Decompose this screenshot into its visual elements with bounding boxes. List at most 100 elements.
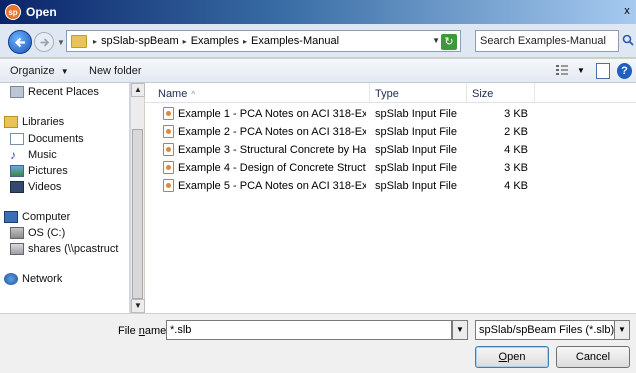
network-icon <box>4 273 18 285</box>
address-bar-region: ▼ ▸ spSlab-spBeam ▸ Examples ▸ Examples-… <box>0 24 636 58</box>
file-name-label: File name: <box>118 325 170 337</box>
file-type: spSlab Input File <box>375 126 457 138</box>
recent-locations-dropdown[interactable]: ▼ <box>57 38 65 47</box>
file-row[interactable]: Example 1 - PCA Notes on ACI 318-Example… <box>145 105 636 123</box>
chevron-right-icon[interactable]: ▸ <box>243 37 247 46</box>
change-view-icon[interactable] <box>555 63 569 79</box>
videos-icon <box>10 181 24 193</box>
file-row[interactable]: Example 3 - Structural Concrete by Hasso… <box>145 141 636 159</box>
slb-file-icon <box>163 143 174 156</box>
file-size: 2 KB <box>504 126 528 138</box>
breadcrumb: ▸ spSlab-spBeam ▸ Examples ▸ Examples-Ma… <box>93 35 339 47</box>
column-header-size[interactable]: Size <box>472 88 493 100</box>
slb-file-icon <box>163 107 174 120</box>
file-name: Example 5 - PCA Notes on ACI 318-Example… <box>178 180 366 192</box>
file-type-filter-value: spSlab/spBeam Files (*.slb) <box>479 324 615 336</box>
file-row[interactable]: Example 4 - Design of Concrete Structure… <box>145 159 636 177</box>
nav-item-videos[interactable]: Videos <box>10 181 61 193</box>
open-button[interactable]: Open <box>475 346 549 368</box>
window-title: Open <box>26 5 57 19</box>
nav-item-network[interactable]: Network <box>4 273 62 285</box>
chevron-down-icon: ▼ <box>614 321 629 339</box>
navigation-pane: Recent Places Libraries Documents ♪ Musi… <box>0 83 130 313</box>
scroll-thumb[interactable] <box>132 129 143 299</box>
nav-item-libraries[interactable]: Libraries <box>4 116 64 128</box>
file-row[interactable]: Example 5 - PCA Notes on ACI 318-Example… <box>145 177 636 195</box>
command-toolbar: Organize ▼ New folder ▼ ? <box>0 59 636 83</box>
file-name-field[interactable]: *.slb <box>166 320 452 340</box>
nav-item-music[interactable]: ♪ Music <box>10 149 57 161</box>
nav-item-label: Recent Places <box>28 86 99 98</box>
nav-item-label: Libraries <box>22 116 65 128</box>
slb-file-icon <box>163 125 174 138</box>
arrow-right-icon <box>40 38 50 47</box>
column-divider[interactable] <box>369 83 370 102</box>
search-icon <box>622 34 634 46</box>
drive-icon <box>10 227 24 239</box>
app-icon: sp <box>5 4 21 20</box>
nav-item-shares[interactable]: shares (\\pcastruct <box>10 243 118 255</box>
file-row[interactable]: Example 2 - PCA Notes on ACI 318-Example… <box>145 123 636 141</box>
chevron-right-icon: ▸ <box>93 36 98 46</box>
breadcrumb-item[interactable]: Examples <box>191 35 239 47</box>
refresh-icon[interactable]: ↻ <box>441 34 457 50</box>
title-bar: sp Open x <box>0 0 636 24</box>
forward-button[interactable] <box>34 32 54 52</box>
column-header-type[interactable]: Type <box>375 88 399 100</box>
libraries-icon <box>4 116 18 128</box>
column-divider[interactable] <box>466 83 467 102</box>
close-button[interactable]: x <box>620 4 634 19</box>
file-size: 3 KB <box>504 162 528 174</box>
chevron-right-icon[interactable]: ▸ <box>183 37 187 46</box>
back-button[interactable] <box>8 30 32 54</box>
column-header-name[interactable]: Name ^ <box>158 88 195 100</box>
arrow-left-icon <box>14 37 25 48</box>
view-options-dropdown[interactable]: ▼ <box>577 66 585 82</box>
new-folder-button[interactable]: New folder <box>89 65 142 77</box>
breadcrumb-item[interactable]: spSlab-spBeam <box>101 35 179 47</box>
nav-item-label: Videos <box>28 181 62 193</box>
nav-item-documents[interactable]: Documents <box>10 133 84 145</box>
scroll-up-arrow-icon[interactable]: ▲ <box>131 83 145 97</box>
scroll-down-arrow-icon[interactable]: ▼ <box>131 299 145 313</box>
sort-up-icon: ^ <box>191 90 196 99</box>
search-button[interactable] <box>620 30 636 52</box>
address-dropdown[interactable]: ▼ <box>432 36 440 45</box>
nav-item-computer[interactable]: Computer <box>4 211 70 223</box>
file-size: 4 KB <box>504 180 528 192</box>
file-size: 4 KB <box>504 144 528 156</box>
computer-icon <box>4 211 18 223</box>
column-divider[interactable] <box>534 83 535 102</box>
address-field[interactable]: ▸ spSlab-spBeam ▸ Examples ▸ Examples-Ma… <box>66 30 461 52</box>
slb-file-icon <box>163 161 174 174</box>
help-icon[interactable]: ? <box>617 63 632 79</box>
file-list: Name ^ Type Size Example 1 - PCA Notes on… <box>145 83 636 313</box>
nav-item-pictures[interactable]: Pictures <box>10 165 68 177</box>
search-input[interactable]: Search Examples-Manual <box>475 30 619 52</box>
nav-item-label: Network <box>22 273 63 285</box>
column-headers: Name ^ Type Size <box>145 83 636 103</box>
nav-item-label: Pictures <box>28 165 68 177</box>
breadcrumb-item[interactable]: Examples-Manual <box>251 35 339 47</box>
file-type-filter[interactable]: spSlab/spBeam Files (*.slb) ▼ <box>475 320 630 340</box>
nav-item-os-drive[interactable]: OS (C:) <box>10 227 65 239</box>
cancel-button[interactable]: Cancel <box>556 346 630 368</box>
music-icon: ♪ <box>10 148 16 162</box>
file-type: spSlab Input File <box>375 162 457 174</box>
documents-icon <box>10 133 24 145</box>
preview-pane-icon[interactable] <box>596 63 610 79</box>
nav-item-label: shares (\\pcastruct <box>28 243 119 255</box>
file-name: Example 1 - PCA Notes on ACI 318-Example… <box>178 108 366 120</box>
file-name-dropdown[interactable]: ▼ <box>452 320 468 340</box>
network-drive-icon <box>10 243 24 255</box>
chevron-down-icon: ▼ <box>60 67 69 76</box>
organize-button[interactable]: Organize ▼ <box>10 65 69 77</box>
nav-item-recent-places[interactable]: Recent Places <box>10 86 99 98</box>
navigation-scrollbar[interactable]: ▲ ▼ <box>130 83 145 313</box>
file-type: spSlab Input File <box>375 180 457 192</box>
file-size: 3 KB <box>504 108 528 120</box>
pictures-icon <box>10 165 24 177</box>
nav-item-label: OS (C:) <box>28 227 66 239</box>
folder-icon <box>71 35 87 48</box>
file-name: Example 2 - PCA Notes on ACI 318-Example… <box>178 126 366 138</box>
